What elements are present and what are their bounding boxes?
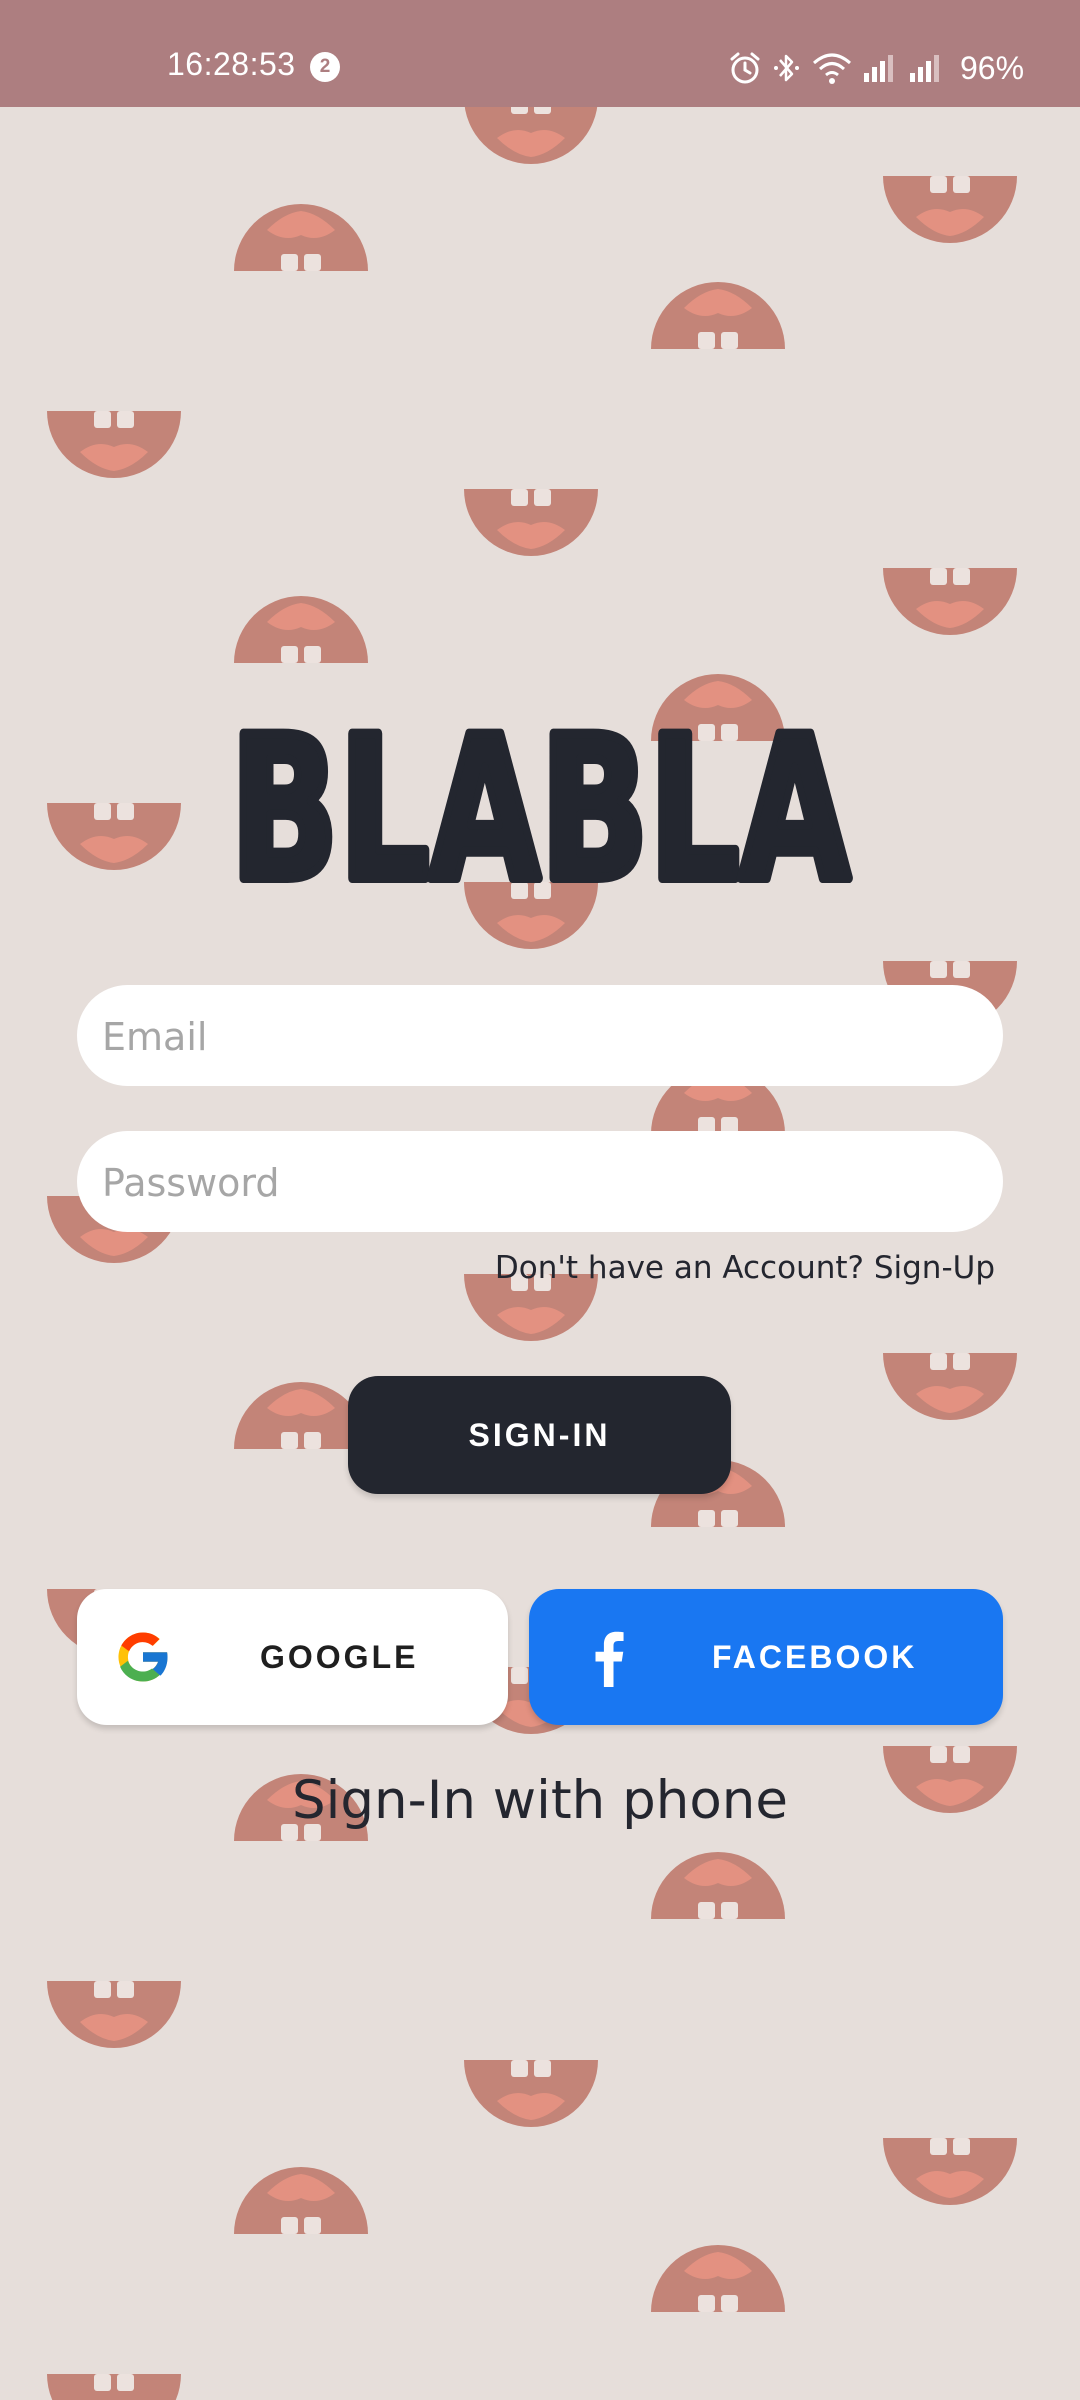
- app-logo: BLABLA: [225, 700, 855, 890]
- signal-icon: [910, 55, 939, 82]
- signal-icon: [864, 55, 893, 82]
- phone-signin-link[interactable]: Sign-In with phone: [0, 1770, 1080, 1831]
- google-signin-button[interactable]: GOOGLE: [77, 1589, 508, 1725]
- status-icons: 96%: [728, 46, 1024, 90]
- signin-button[interactable]: SIGN-IN: [348, 1376, 731, 1494]
- facebook-icon: [595, 1631, 624, 1687]
- google-icon: [118, 1632, 170, 1682]
- status-time: 16:28:53: [167, 46, 296, 82]
- password-field[interactable]: [77, 1131, 1003, 1234]
- wifi-icon: [813, 53, 851, 84]
- logo-text: BLABLA: [230, 700, 850, 890]
- alarm-icon: [730, 52, 760, 84]
- password-input[interactable]: [100, 1131, 964, 1234]
- notification-count-badge: 2: [310, 52, 340, 82]
- facebook-label: FACEBOOK: [712, 1639, 918, 1675]
- bluetooth-icon: [774, 54, 799, 82]
- status-bar: 16:28:53 2 96%: [0, 0, 1080, 107]
- battery-level: 96%: [960, 49, 1025, 86]
- google-label: GOOGLE: [260, 1639, 419, 1675]
- facebook-signin-button[interactable]: FACEBOOK: [529, 1589, 1003, 1725]
- signup-link[interactable]: Don't have an Account? Sign-Up: [495, 1250, 995, 1286]
- email-input[interactable]: [100, 985, 964, 1088]
- email-field[interactable]: [77, 985, 1003, 1088]
